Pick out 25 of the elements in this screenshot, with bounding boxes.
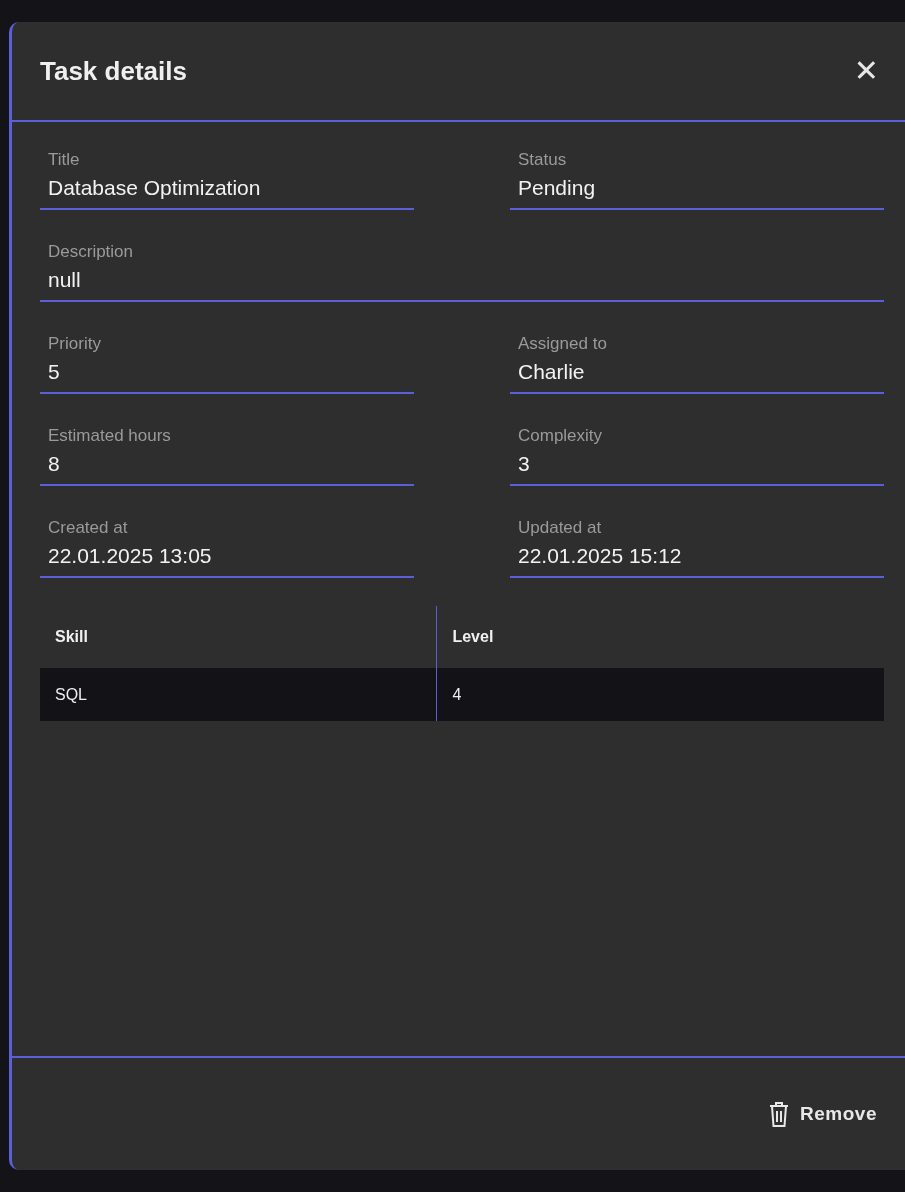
field-label: Description [48,242,135,262]
field-label: Updated at [518,518,603,538]
input-field[interactable]: 8 [48,452,406,476]
close-button[interactable]: ✕ [853,56,879,86]
table-cell: 4 [436,668,884,721]
field-label: Status [518,150,568,170]
field-label: Assigned to [518,334,608,354]
input-field[interactable]: 22.01.2025 13:05 [48,544,406,568]
input-field[interactable]: 3 [518,452,876,476]
field-label: Created at [48,518,129,538]
input-field[interactable]: 22.01.2025 15:12 [518,544,876,568]
table-cell: SQL [40,668,437,721]
input-field[interactable]: null [48,268,876,292]
dialog-title: Task details [40,55,187,87]
remove-button[interactable]: Remove [768,1094,877,1134]
trash-icon [768,1100,791,1128]
field-label: Priority [48,334,102,354]
input-field[interactable]: Charlie [518,360,876,384]
field-label: Estimated hours [48,426,172,446]
column-header[interactable]: Skill [40,606,437,668]
field-label: Title [48,150,81,170]
field-label: Complexity [518,426,604,446]
input-field[interactable]: Database Optimization [48,176,406,200]
input-field[interactable]: Pending [518,176,876,200]
input-field[interactable]: 5 [48,360,406,384]
